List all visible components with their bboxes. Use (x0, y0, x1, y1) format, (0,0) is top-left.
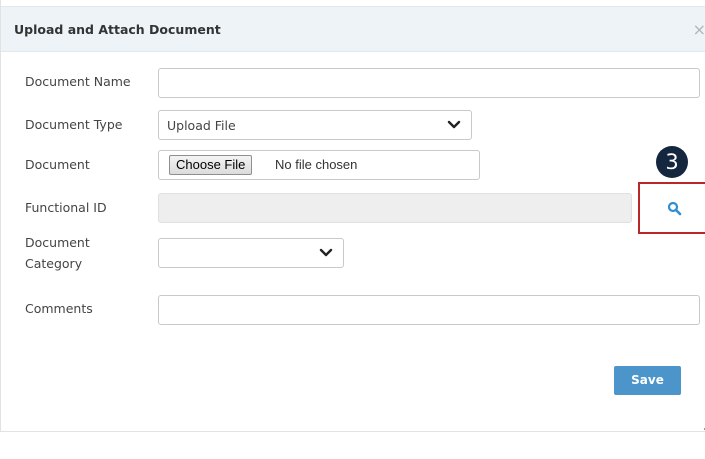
file-status-text: No file chosen (275, 157, 358, 172)
document-type-label: Document Type (25, 117, 123, 132)
save-button[interactable]: Save (614, 366, 681, 395)
document-file-input[interactable]: Choose File No file chosen (158, 150, 480, 180)
chevron-down-icon (319, 248, 333, 257)
document-category-label-line2: Category (25, 256, 83, 271)
document-name-input[interactable] (158, 68, 700, 98)
dialog-header: Upload and Attach Document × (1, 6, 705, 52)
document-category-select[interactable] (158, 238, 344, 268)
document-label: Document (25, 157, 90, 172)
document-category-label-line1: Document (25, 235, 90, 250)
comments-input[interactable] (158, 295, 700, 325)
choose-file-button[interactable]: Choose File (169, 155, 253, 175)
search-icon[interactable] (664, 198, 686, 220)
functional-id-input (158, 193, 632, 223)
close-icon[interactable]: × (693, 20, 705, 39)
upload-attach-dialog: Upload and Attach Document × Document Na… (0, 0, 705, 432)
dialog-title: Upload and Attach Document (14, 22, 221, 37)
document-name-label: Document Name (25, 74, 131, 89)
document-type-select[interactable]: Upload File (158, 110, 472, 140)
comments-label: Comments (25, 301, 93, 316)
functional-id-label: Functional ID (25, 200, 107, 215)
chevron-down-icon (447, 120, 461, 129)
step-number-badge: 3 (656, 146, 688, 178)
document-type-selected: Upload File (167, 118, 236, 133)
